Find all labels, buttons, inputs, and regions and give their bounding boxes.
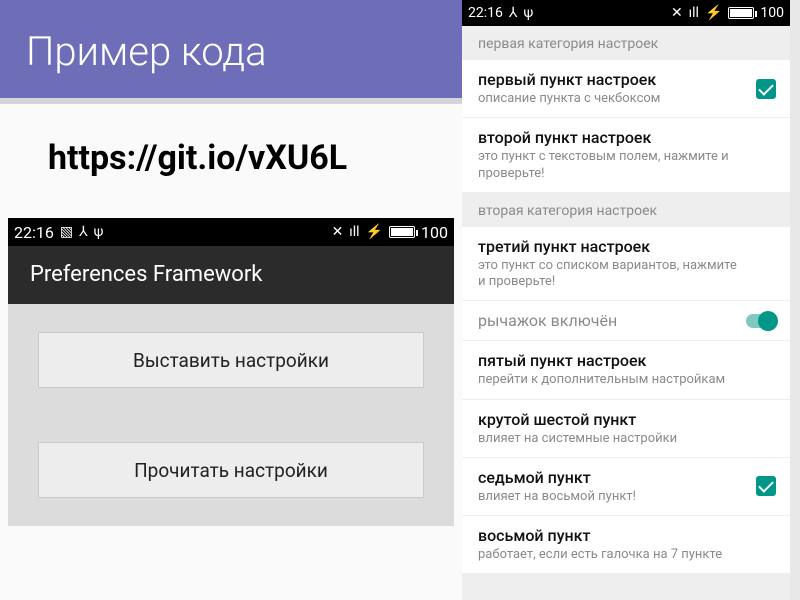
pref-summary: это пункт с текстовым полем, нажмите и п… <box>478 149 740 182</box>
share-icon: ⅄ <box>509 5 518 21</box>
set-settings-button[interactable]: Выставить настройки <box>38 332 424 388</box>
mute-icon: ✕ <box>332 224 344 240</box>
mute-icon: ✕ <box>671 5 683 21</box>
status-bar-right-group: ✕ ıll ⚡ 100 <box>671 5 784 21</box>
main-buttons-container: Выставить настройки Прочитать настройки <box>8 304 454 526</box>
status-bar-right-group: ✕ ıll ⚡ 100 <box>332 223 448 242</box>
pref-summary: работает, если есть галочка на 7 пункте <box>478 547 740 563</box>
status-bar-right: 22:16 ⅄ ψ ✕ ıll ⚡ 100 <box>462 0 790 26</box>
slide-title: Пример кода <box>26 28 267 75</box>
slide-url: https://git.io/vXU6L <box>0 104 462 178</box>
pref-title: второй пункт настроек <box>478 128 740 147</box>
checkbox-icon[interactable] <box>756 79 776 99</box>
status-bar-left: 22:16 ▧ ⅄ ψ ✕ ıll ⚡ 100 <box>8 218 454 246</box>
pref-item-2[interactable]: второй пункт настроек это пункт с тексто… <box>462 118 790 193</box>
usb-icon: ψ <box>523 5 533 21</box>
category-header-2: вторая категория настроек <box>462 193 790 227</box>
app-bar: Preferences Framework <box>8 246 454 304</box>
read-settings-button[interactable]: Прочитать настройки <box>38 442 424 498</box>
pref-summary: влияет на восьмой пункт! <box>478 489 740 505</box>
status-time: 22:16 <box>14 223 54 242</box>
battery-level: 100 <box>421 223 448 242</box>
app-bar-title: Preferences Framework <box>30 262 262 287</box>
status-bar-left-group: 22:16 ⅄ ψ <box>468 5 533 21</box>
pref-summary: влияет на системные настройки <box>478 431 740 447</box>
category-header-1: первая категория настроек <box>462 26 790 60</box>
pref-title: седьмой пункт <box>478 468 740 487</box>
pref-item-3[interactable]: третий пункт настроек это пункт со списк… <box>462 227 790 302</box>
left-phone-frame: 22:16 ▧ ⅄ ψ ✕ ıll ⚡ 100 Preferences Fram… <box>8 218 454 526</box>
pref-item-6[interactable]: крутой шестой пункт влияет на системные … <box>462 400 790 458</box>
pref-summary: описание пункта с чекбоксом <box>478 91 740 107</box>
checkbox-icon[interactable] <box>756 476 776 496</box>
pref-item-7[interactable]: седьмой пункт влияет на восьмой пункт! <box>462 458 790 516</box>
share-icon: ⅄ <box>79 224 88 240</box>
switch-toggle[interactable] <box>746 314 776 328</box>
pref-item-switch[interactable]: рычажок включён <box>462 301 790 341</box>
pref-title: первый пункт настроек <box>478 70 740 89</box>
pref-title: крутой шестой пункт <box>478 410 740 429</box>
battery-level: 100 <box>760 5 784 21</box>
pref-title: пятый пункт настроек <box>478 351 740 370</box>
usb-icon: ψ <box>94 224 104 240</box>
pref-item-1[interactable]: первый пункт настроек описание пункта с … <box>462 60 790 118</box>
pref-summary: это пункт со списком вариантов, нажмите … <box>478 258 740 291</box>
signal-icon: ıll <box>349 224 359 240</box>
status-time: 22:16 <box>468 5 503 21</box>
battery-icon <box>389 226 415 238</box>
charging-icon: ⚡ <box>366 224 383 240</box>
pref-item-5[interactable]: пятый пункт настроек перейти к дополните… <box>462 341 790 399</box>
image-icon: ▧ <box>60 224 73 240</box>
pref-title: третий пункт настроек <box>478 237 740 256</box>
pref-summary: перейти к дополнительным настройкам <box>478 372 740 388</box>
pref-title: рычажок включён <box>478 311 740 330</box>
battery-icon <box>728 7 754 19</box>
slide-left-column: Пример кода https://git.io/vXU6L 22:16 ▧… <box>0 0 462 600</box>
charging-icon: ⚡ <box>705 5 722 21</box>
pref-item-8[interactable]: восьмой пункт работает, если есть галочк… <box>462 516 790 574</box>
status-bar-left-group: 22:16 ▧ ⅄ ψ <box>14 223 103 242</box>
slide-title-bar: Пример кода <box>0 0 462 104</box>
pref-title: восьмой пункт <box>478 526 740 545</box>
right-phone-frame: 22:16 ⅄ ψ ✕ ıll ⚡ 100 первая категория н… <box>462 0 790 600</box>
signal-icon: ıll <box>689 5 699 21</box>
